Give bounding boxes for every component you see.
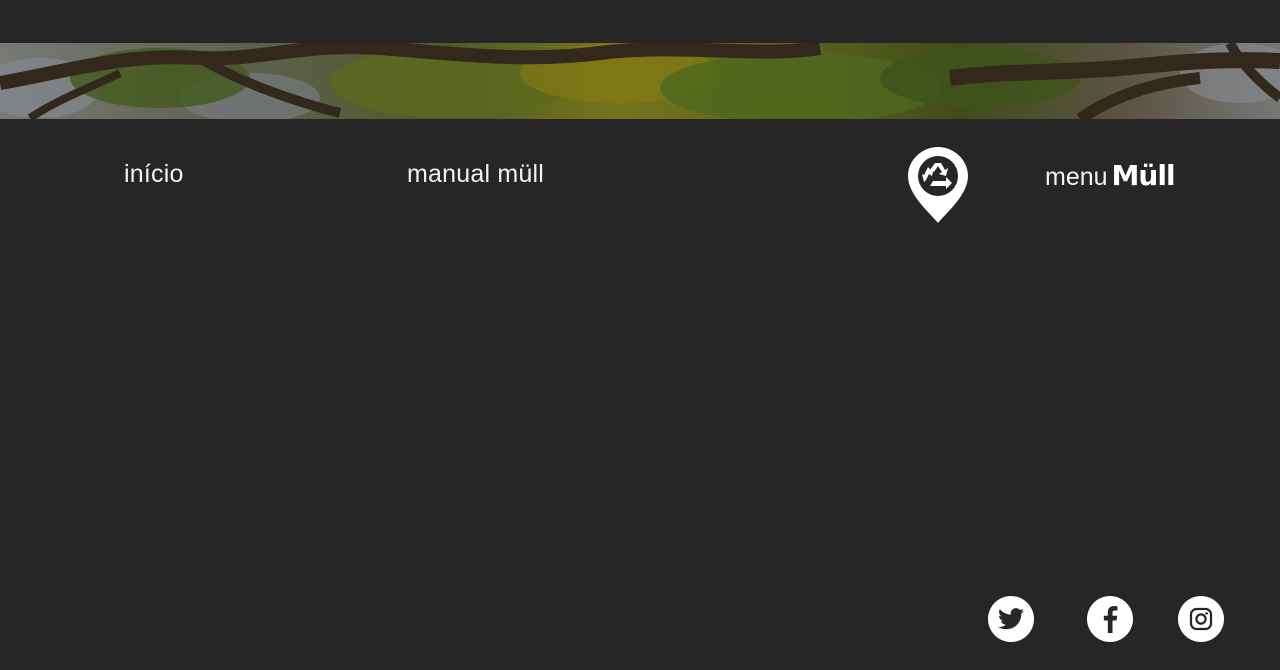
- page: início manual müll menu Müll: [0, 0, 1280, 670]
- facebook-icon[interactable]: [1087, 596, 1133, 642]
- recycle-location-pin-icon[interactable]: [906, 145, 970, 225]
- twitter-icon[interactable]: [988, 596, 1034, 642]
- tree-banner-image: [0, 43, 1280, 119]
- top-bar: [0, 0, 1280, 43]
- instagram-icon[interactable]: [1178, 596, 1224, 642]
- mull-logo: Müll: [1111, 159, 1176, 192]
- nav-link-manual-mull[interactable]: manual müll: [407, 160, 544, 189]
- menu-mull-link[interactable]: menu Müll: [1045, 159, 1176, 192]
- nav-link-inicio[interactable]: início: [124, 160, 184, 189]
- menu-label: menu: [1045, 163, 1108, 191]
